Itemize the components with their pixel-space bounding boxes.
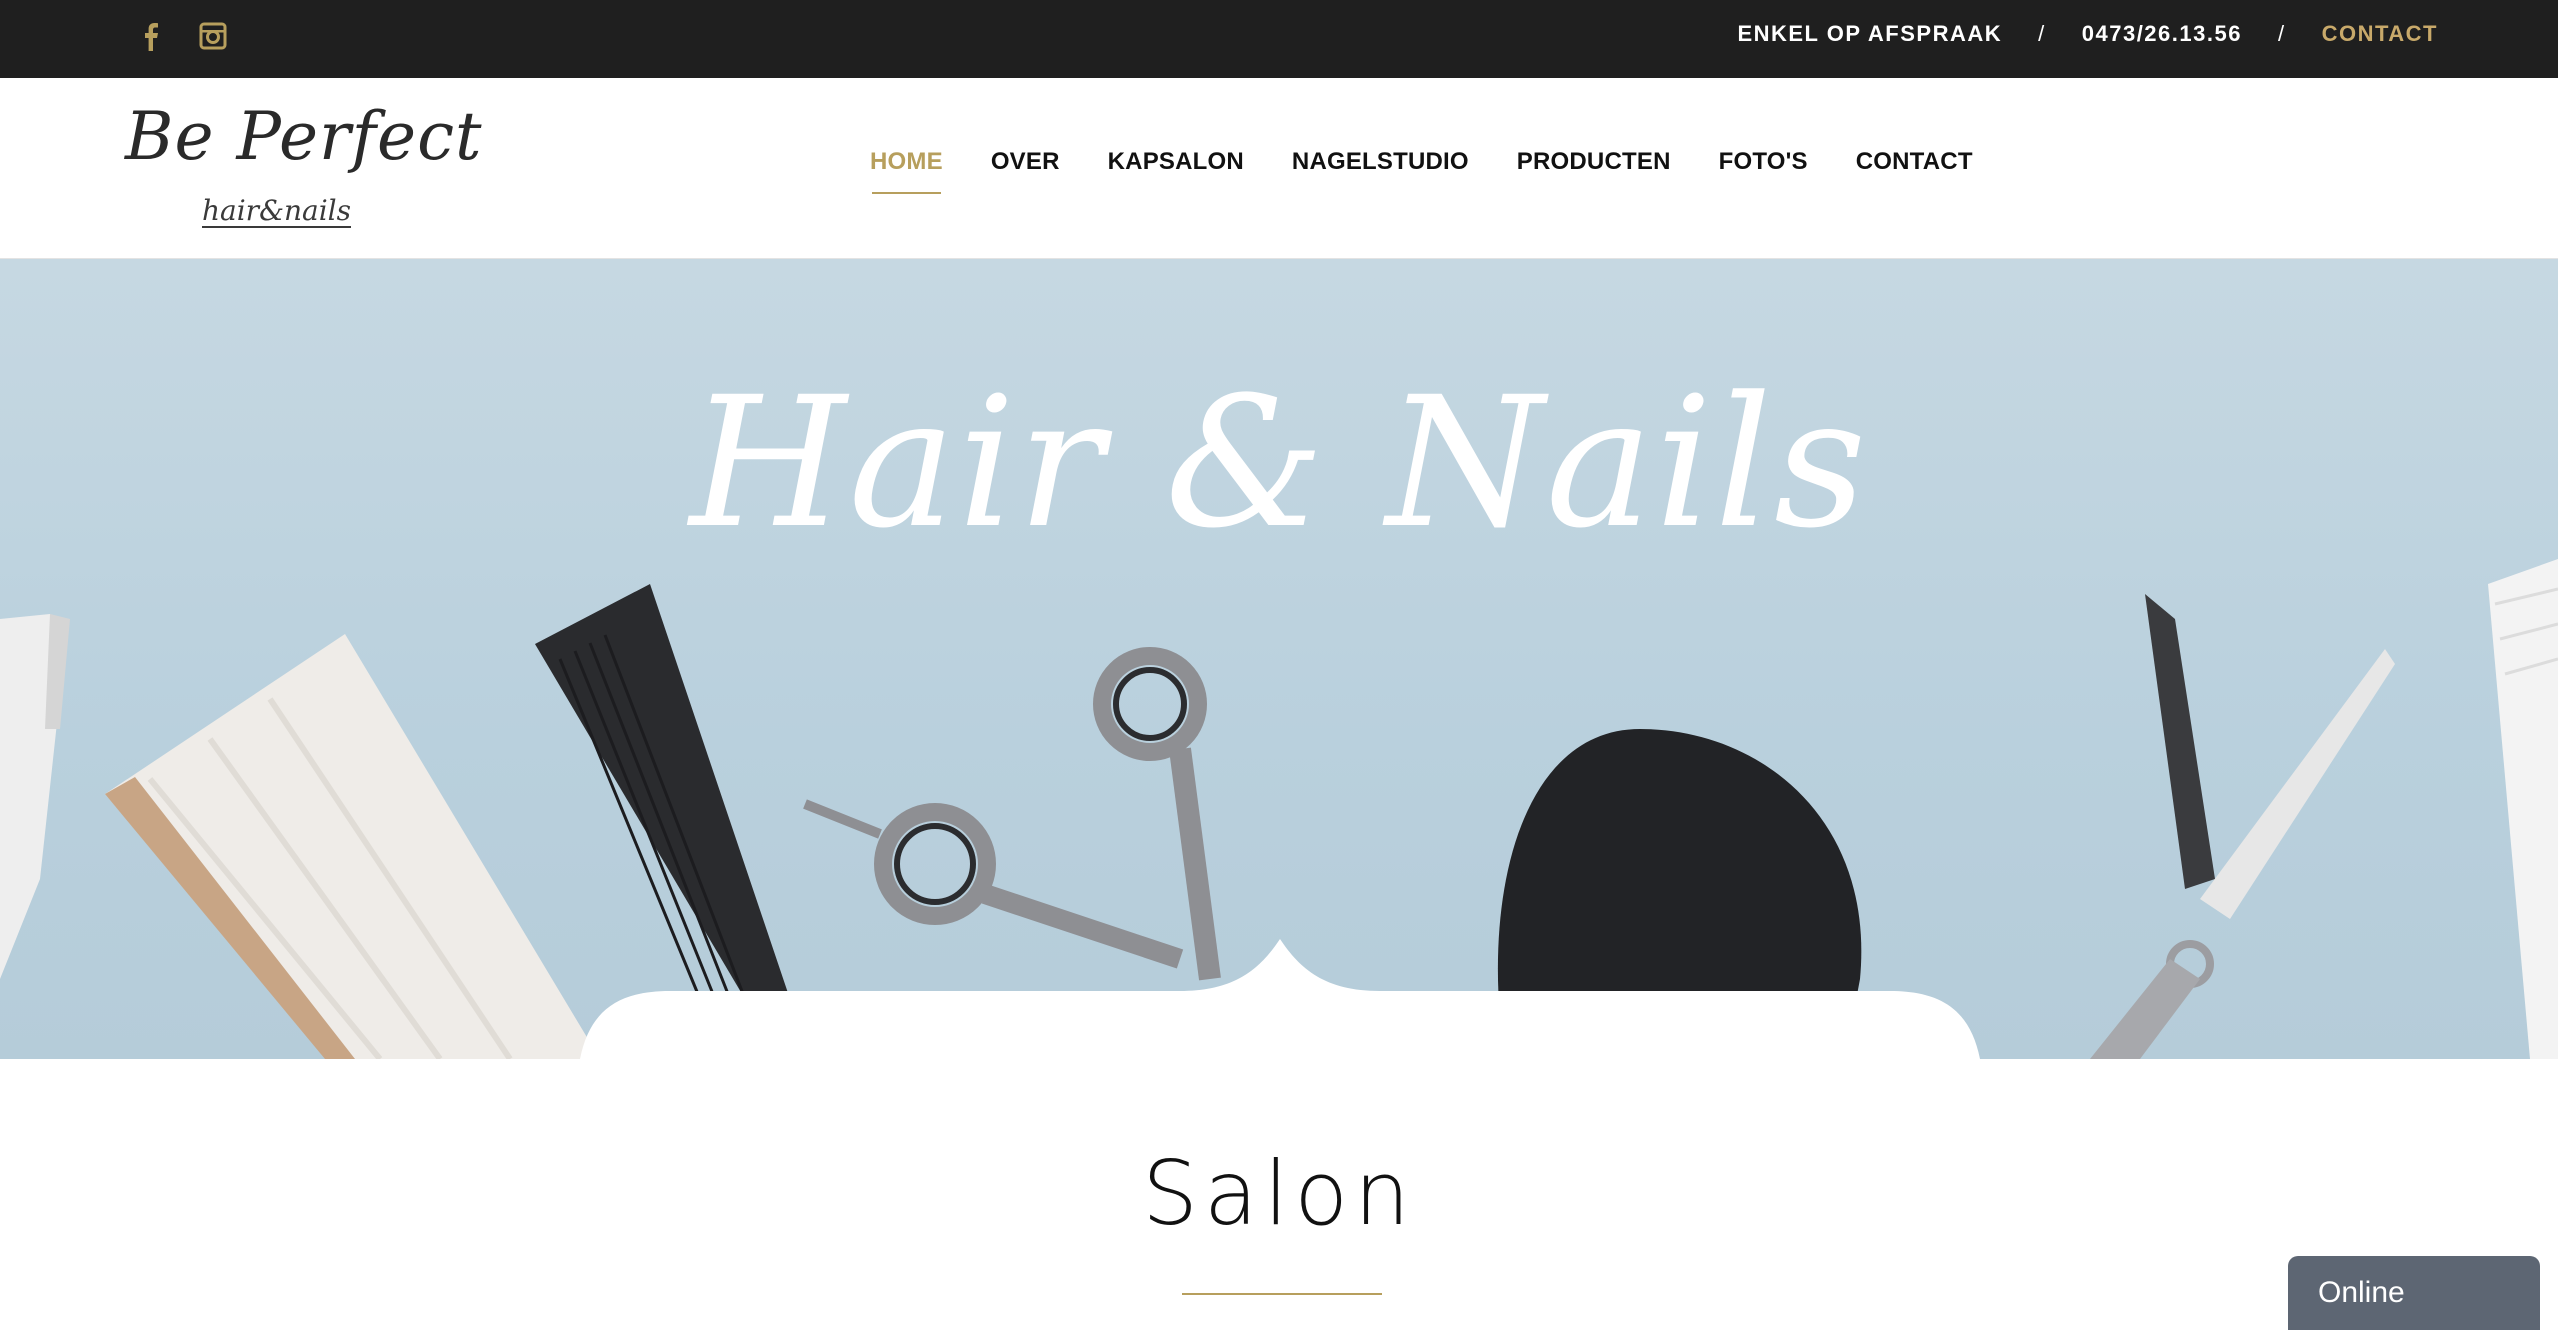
main-nav: HOME OVER KAPSALON NAGELSTUDIO PRODUCTEN… bbox=[870, 148, 2021, 194]
chat-widget[interactable]: Online bbox=[2288, 1256, 2540, 1330]
chat-widget-label: Online bbox=[2318, 1276, 2405, 1309]
nav-item-home[interactable]: HOME bbox=[870, 148, 943, 194]
nav-item-nagelstudio[interactable]: NAGELSTUDIO bbox=[1292, 148, 1469, 176]
nav-item-fotos[interactable]: FOTO'S bbox=[1719, 148, 1808, 176]
comb-illustration bbox=[535, 584, 790, 1000]
section-title-rule bbox=[1182, 1293, 1382, 1295]
logo-sub-text: hair&nails bbox=[202, 194, 351, 227]
top-bar: ENKEL OP AFSPRAAK / 0473/26.13.56 / CONT… bbox=[0, 0, 2558, 78]
nav-item-kapsalon[interactable]: KAPSALON bbox=[1108, 148, 1244, 176]
site-header: Be Perfect hair&nails HOME OVER KAPSALON… bbox=[0, 78, 2558, 259]
logo-main-text: Be Perfect bbox=[125, 98, 483, 175]
separator: / bbox=[2277, 21, 2286, 46]
nav-item-contact[interactable]: CONTACT bbox=[1856, 148, 1973, 176]
shears-illustration bbox=[2090, 594, 2395, 1059]
separator: / bbox=[2038, 21, 2046, 46]
facebook-icon[interactable] bbox=[130, 16, 170, 56]
section-title: Salon bbox=[1142, 1142, 1416, 1245]
brush-illustration bbox=[105, 634, 600, 1059]
top-contact-link[interactable]: CONTACT bbox=[2322, 21, 2438, 47]
logo[interactable]: Be Perfect hair&nails bbox=[120, 98, 482, 238]
top-info: ENKEL OP AFSPRAAK / 0473/26.13.56 / CONT… bbox=[1737, 0, 2438, 68]
razor-illustration bbox=[0, 614, 70, 979]
hero-title: Hair & Nails bbox=[689, 359, 1869, 568]
appointment-text: ENKEL OP AFSPRAAK bbox=[1737, 21, 2003, 46]
scissors-illustration bbox=[803, 647, 1221, 981]
hero-banner: Hair & Nails bbox=[0, 259, 2558, 1059]
nav-item-over[interactable]: OVER bbox=[991, 148, 1060, 176]
instagram-icon[interactable] bbox=[193, 16, 233, 56]
nav-item-producten[interactable]: PRODUCTEN bbox=[1517, 148, 1671, 176]
white-comb-illustration bbox=[2488, 559, 2558, 1059]
phone-link[interactable]: 0473/26.13.56 bbox=[2082, 21, 2242, 47]
